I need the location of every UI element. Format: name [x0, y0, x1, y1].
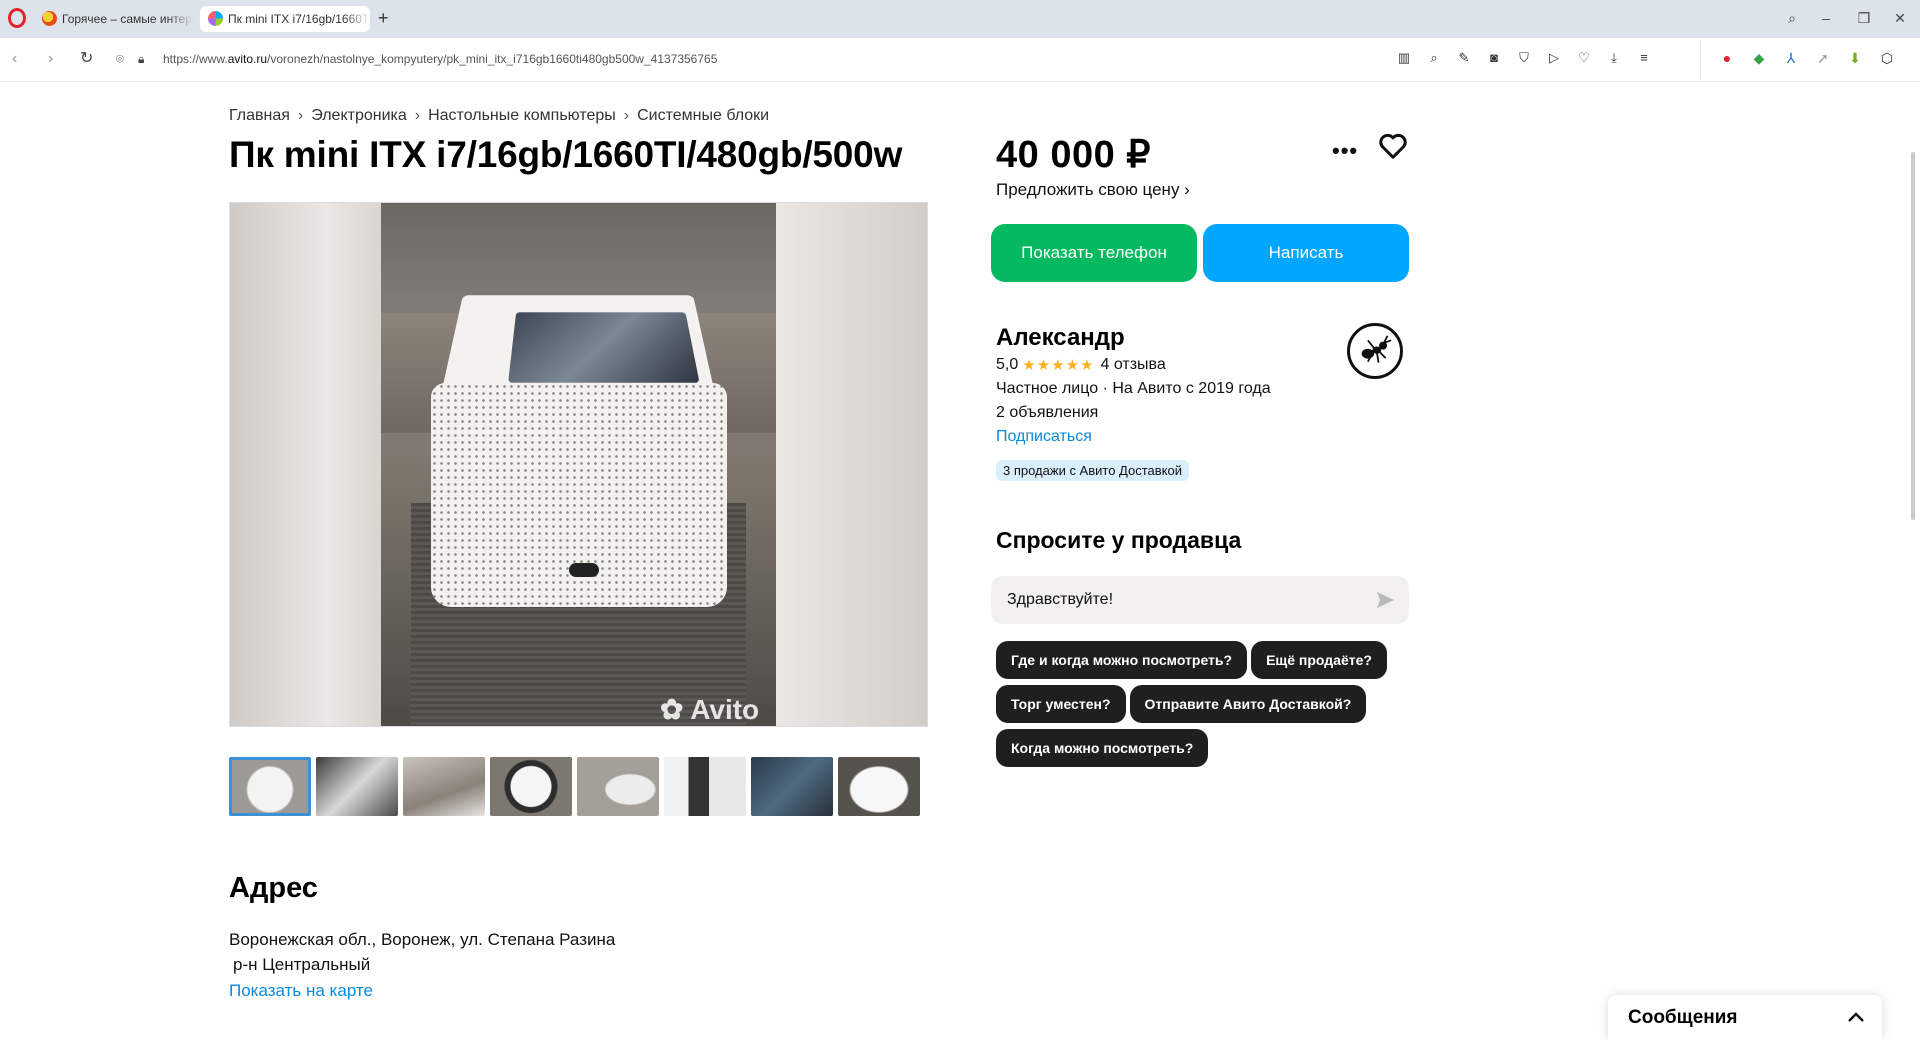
download-extension-icon[interactable]: ⬇ — [1846, 49, 1864, 67]
back-icon[interactable]: ‹ — [12, 50, 17, 68]
chevron-up-icon[interactable] — [1848, 1011, 1864, 1023]
quick-question-chip[interactable]: Торг уместен? — [996, 685, 1126, 723]
tab-gorjachee[interactable]: Горячее – самые интересные — [34, 6, 194, 32]
delivery-sales-badge: 3 продажи с Авито Доставкой — [996, 460, 1189, 481]
listing-title: Пк mini ITX i7/16gb/1660TI/480gb/500w — [229, 134, 903, 175]
url-field[interactable]: https://www.avito.ru/voronezh/nastolnye_… — [163, 52, 717, 66]
breadcrumb-item[interactable]: Главная — [229, 107, 290, 125]
show-on-map-link[interactable]: Показать на карте — [229, 981, 373, 1001]
thumbnail[interactable] — [577, 757, 659, 816]
opera-logo-icon[interactable] — [8, 8, 26, 28]
cube-extension-icon[interactable]: ◆ — [1750, 49, 1768, 67]
camera-icon[interactable]: ◙ — [1486, 50, 1502, 66]
subscribe-link[interactable]: Подписаться — [996, 428, 1092, 446]
search-page-icon[interactable]: ⌕ — [1426, 50, 1442, 66]
address-line: Воронежская обл., Воронеж, ул. Степана Р… — [229, 930, 616, 949]
bookmark-heart-icon[interactable]: ♡ — [1576, 50, 1592, 66]
quick-question-chip[interactable]: Где и когда можно посмотреть? — [996, 641, 1248, 679]
send-icon[interactable] — [1375, 590, 1395, 610]
reviews-count: 4 отзыва — [1100, 356, 1166, 373]
edit-icon[interactable]: ✎ — [1456, 50, 1472, 66]
show-phone-button[interactable]: Показать телефон — [991, 224, 1197, 282]
address-bar: ‹ › ↻ ⌾ 🔒︎ https://www.avito.ru/voronezh… — [0, 38, 1920, 110]
restore-icon[interactable]: ❐ — [1852, 8, 1876, 28]
breadcrumb-item[interactable]: Электроника — [311, 107, 407, 125]
ask-seller-heading: Спросите у продавца — [996, 527, 1242, 553]
pc-case-image — [431, 285, 727, 607]
offer-price-link[interactable]: Предложить свою цену › — [996, 180, 1190, 200]
seller-rating[interactable]: 5,0 ★★★★★ 4 отзыва — [996, 356, 1166, 374]
rocket-extension-icon[interactable]: ➚ — [1814, 49, 1832, 67]
address-heading: Адрес — [229, 872, 318, 904]
main-photo[interactable]: ✿ Avito — [229, 202, 928, 727]
avito-watermark: ✿ Avito — [660, 694, 760, 725]
tab-favicon-icon — [42, 11, 57, 26]
message-input[interactable] — [991, 576, 1409, 624]
translate-extension-icon[interactable]: ⅄ — [1782, 49, 1800, 67]
scrollbar-thumb[interactable] — [1911, 152, 1915, 520]
play-icon[interactable]: ▷ — [1546, 50, 1562, 66]
thumbnail[interactable] — [664, 757, 746, 816]
page-content: Главная › Электроника › Настольные компь… — [0, 82, 1904, 1040]
close-icon[interactable]: ✕ — [1888, 8, 1912, 28]
location-pin-icon[interactable]: ⌾ — [116, 50, 124, 68]
extensions-cube-icon[interactable]: ⬡ — [1878, 49, 1896, 67]
messages-panel[interactable]: Сообщения — [1608, 995, 1882, 1040]
reload-icon[interactable]: ↻ — [80, 50, 93, 68]
favorite-heart-icon[interactable] — [1378, 132, 1408, 160]
breadcrumb-item[interactable]: Настольные компьютеры — [428, 107, 616, 125]
thumbnail[interactable] — [751, 757, 833, 816]
thumbnail[interactable] — [490, 757, 572, 816]
avito-favicon-icon — [208, 11, 223, 26]
new-tab-plus-icon[interactable]: + — [378, 9, 389, 27]
thumbnail[interactable] — [403, 757, 485, 816]
quick-question-chip[interactable]: Отправите Авито Доставкой? — [1129, 685, 1367, 723]
more-options-icon[interactable]: ••• — [1332, 138, 1358, 164]
browser-search-icon[interactable]: ⌕ — [1780, 8, 1804, 28]
quick-question-chip[interactable]: Когда можно посмотреть? — [996, 729, 1209, 767]
chevron-right-icon: › — [297, 107, 304, 124]
reader-mode-icon[interactable]: ▥ — [1396, 50, 1412, 66]
write-message-button[interactable]: Написать — [1203, 224, 1409, 282]
notification-extension-icon[interactable]: ● — [1718, 49, 1736, 67]
star-rating-icon: ★★★★★ — [1022, 357, 1095, 374]
thumbnail[interactable] — [229, 757, 311, 816]
quick-questions: Где и когда можно посмотреть? Ещё продаё… — [996, 641, 1416, 767]
seller-name[interactable]: Александр — [996, 324, 1125, 352]
thumbnail-strip — [229, 757, 920, 816]
tab-avito-listing[interactable]: Пк mini ITX i7/16gb/1660TI — [200, 6, 370, 32]
thumbnail[interactable] — [838, 757, 920, 816]
download-icon[interactable]: ⤓ — [1606, 50, 1622, 66]
rating-value: 5,0 — [996, 356, 1019, 373]
shield-icon[interactable]: ⛉ — [1516, 50, 1532, 66]
chevron-right-icon: › — [623, 107, 630, 124]
seller-ads-count[interactable]: 2 объявления — [996, 404, 1098, 422]
thumbnail[interactable] — [316, 757, 398, 816]
chevron-right-icon: › — [414, 107, 421, 124]
seller-type: Частное лицо · На Авито с 2019 года — [996, 380, 1271, 397]
minimize-icon[interactable]: – — [1814, 8, 1838, 28]
menu-icon[interactable]: ≡ — [1636, 50, 1652, 66]
tab-bar: Горячее – самые интересные Пк mini ITX i… — [0, 0, 1920, 38]
seller-avatar-ant-icon[interactable] — [1347, 323, 1403, 379]
price: 40 000 ₽ — [996, 134, 1151, 176]
page-scrollbar[interactable] — [1906, 82, 1920, 1040]
lock-icon[interactable]: 🔒︎ — [138, 50, 144, 68]
district-line: р-н Центральный — [233, 955, 371, 974]
breadcrumb: Главная › Электроника › Настольные компь… — [229, 107, 769, 125]
messages-label: Сообщения — [1628, 1007, 1738, 1028]
quick-question-chip[interactable]: Ещё продаёте? — [1251, 641, 1387, 679]
breadcrumb-item[interactable]: Системные блоки — [637, 107, 769, 125]
forward-icon[interactable]: › — [48, 50, 53, 68]
